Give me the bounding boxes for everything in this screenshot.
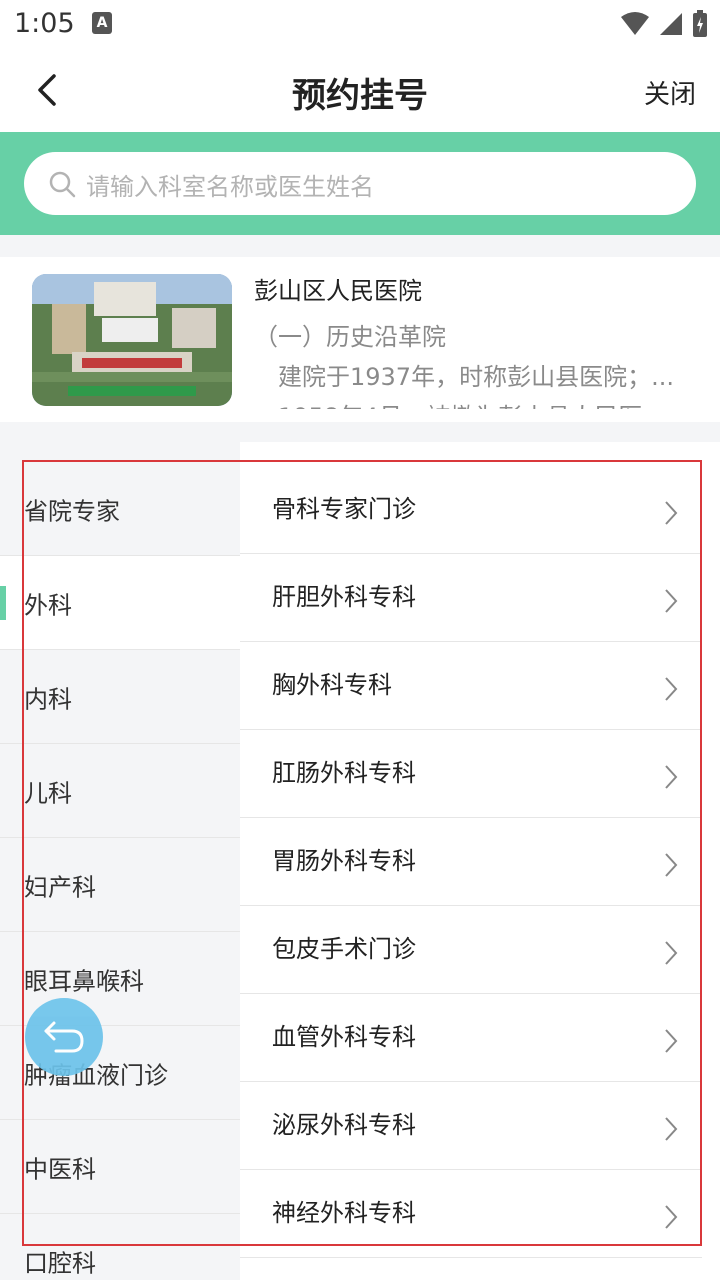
- category-label: 内科: [24, 685, 72, 713]
- category-label: 儿科: [24, 779, 72, 807]
- chevron-right-icon: [665, 589, 678, 613]
- search-placeholder: 请输入科室名称或医生姓名: [86, 173, 374, 201]
- category-list: 省院专家 外科 内科 儿科 妇产科 眼耳鼻喉科 肿瘤血液门诊 中医科 口腔科: [0, 442, 240, 1280]
- department-label: 包皮手术门诊: [272, 934, 416, 963]
- nav-bar: 预约挂号 关闭: [0, 50, 720, 132]
- hospital-desc-line: （一）历史沿革院: [254, 323, 446, 351]
- department-item[interactable]: 肛肠外科专科: [240, 730, 702, 818]
- category-label: 口腔科: [24, 1249, 96, 1277]
- category-label: 中医科: [24, 1155, 96, 1183]
- department-item[interactable]: 胸外科专科: [240, 642, 702, 730]
- active-indicator: [0, 586, 6, 620]
- department-item[interactable]: 肝胆外科专科: [240, 554, 702, 642]
- notification-a-icon: A: [92, 12, 112, 34]
- category-item-active[interactable]: 外科: [0, 556, 240, 650]
- signal-icon: [660, 13, 682, 35]
- status-bar: 1:05 A: [0, 0, 720, 50]
- hospital-description: （一）历史沿革院 建院于1937年，时称彭山县医院；... 1958年4月，被撤…: [254, 317, 686, 409]
- return-arrow-icon: [44, 1021, 84, 1053]
- hospital-name: 彭山区人民医院: [254, 277, 422, 305]
- wifi-icon: [621, 12, 649, 35]
- chevron-right-icon: [665, 1117, 678, 1141]
- status-time: 1:05: [14, 8, 75, 39]
- chevron-right-icon: [665, 501, 678, 525]
- department-label: 神经外科专科: [272, 1198, 416, 1227]
- chevron-right-icon: [665, 1029, 678, 1053]
- hospital-image: [32, 274, 232, 406]
- chevron-right-icon: [665, 765, 678, 789]
- department-area: 省院专家 外科 内科 儿科 妇产科 眼耳鼻喉科 肿瘤血液门诊 中医科 口腔科 骨…: [0, 442, 720, 1280]
- hospital-desc-line: 建院于1937年，时称彭山县医院；...: [278, 363, 674, 391]
- category-label: 眼耳鼻喉科: [24, 967, 144, 995]
- category-label: 外科: [24, 591, 72, 619]
- status-icons: [620, 10, 708, 38]
- department-item[interactable]: 骨科专家门诊: [240, 466, 702, 554]
- chevron-right-icon: [665, 853, 678, 877]
- search-icon: [49, 171, 76, 198]
- department-label: 泌尿外科专科: [272, 1110, 416, 1139]
- hospital-desc-line: 1958年4月，被撤为彭山县人民医: [254, 397, 686, 409]
- department-label: 肝胆外科专科: [272, 582, 416, 611]
- category-item[interactable]: 妇产科: [0, 838, 240, 932]
- category-item[interactable]: 口腔科: [0, 1214, 240, 1280]
- search-area: 请输入科室名称或医生姓名: [0, 132, 720, 235]
- department-item[interactable]: 胃肠外科专科: [240, 818, 702, 906]
- department-item[interactable]: 泌尿外科专科: [240, 1082, 702, 1170]
- chevron-right-icon: [665, 1205, 678, 1229]
- search-input[interactable]: 请输入科室名称或医生姓名: [24, 152, 696, 215]
- floating-return-button[interactable]: [25, 998, 103, 1076]
- department-item[interactable]: 包皮手术门诊: [240, 906, 702, 994]
- chevron-right-icon: [665, 677, 678, 701]
- department-item[interactable]: 神经外科专科: [240, 1170, 702, 1258]
- department-label: 血管外科专科: [272, 1022, 416, 1051]
- department-label: 胃肠外科专科: [272, 846, 416, 875]
- close-button[interactable]: 关闭: [644, 74, 696, 111]
- category-label: 省院专家: [24, 497, 120, 525]
- category-item[interactable]: 儿科: [0, 744, 240, 838]
- battery-icon: [693, 10, 707, 37]
- category-item[interactable]: 中医科: [0, 1120, 240, 1214]
- category-item[interactable]: 内科: [0, 650, 240, 744]
- department-item[interactable]: 血管外科专科: [240, 994, 702, 1082]
- department-label: 胸外科专科: [272, 670, 392, 699]
- category-label: 妇产科: [24, 873, 96, 901]
- hospital-card[interactable]: 彭山区人民医院 （一）历史沿革院 建院于1937年，时称彭山县医院；... 19…: [0, 257, 720, 422]
- category-item[interactable]: 省院专家: [0, 462, 240, 556]
- department-list: 骨科专家门诊 肝胆外科专科 胸外科专科 肛肠外科专科 胃肠外科专科 包皮手术门诊…: [240, 442, 720, 1280]
- department-label: 肛肠外科专科: [272, 758, 416, 787]
- department-label: 骨科专家门诊: [272, 494, 416, 523]
- page-title: 预约挂号: [292, 76, 428, 116]
- chevron-right-icon: [665, 941, 678, 965]
